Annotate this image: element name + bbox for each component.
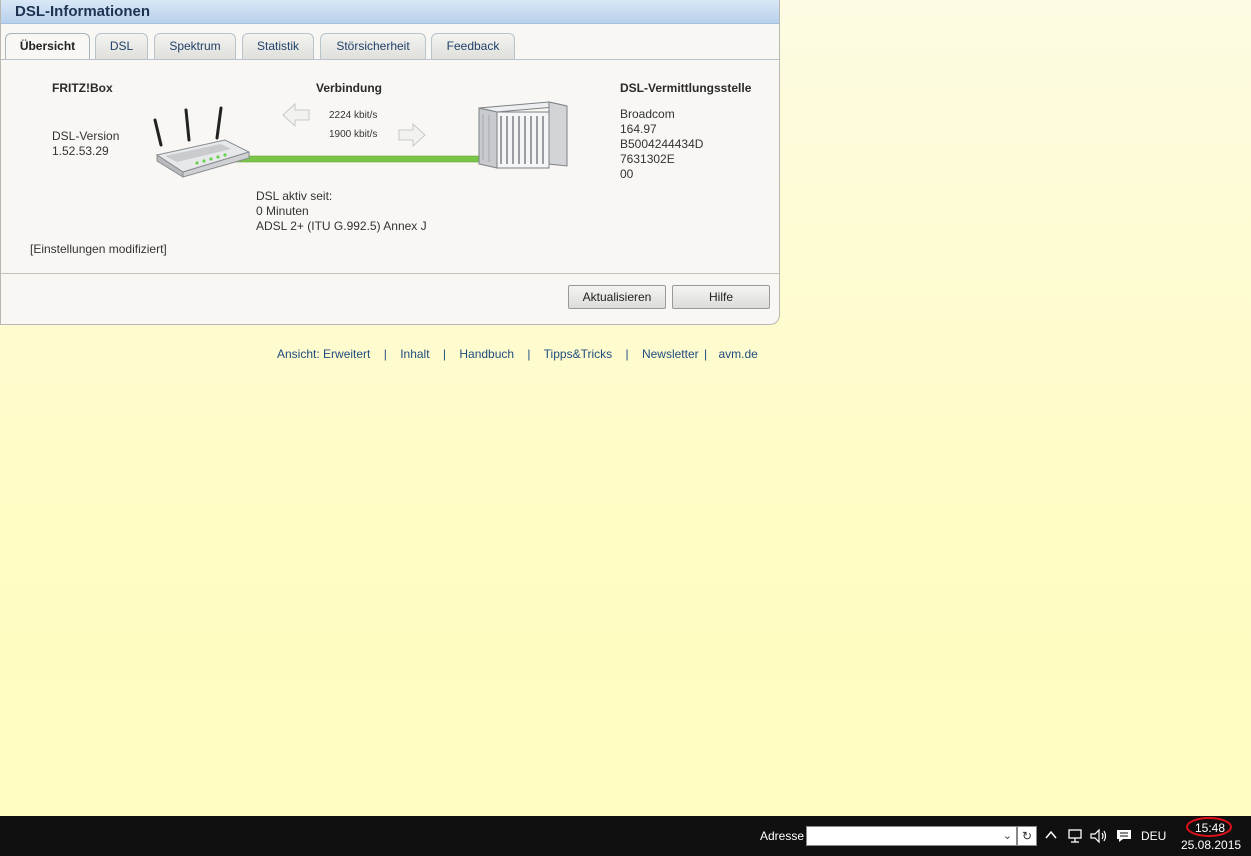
avm-link[interactable]: avm.de [718,347,757,361]
taskbar: Adresse ⌄ ↻ DEU 15:48 25.08.2015 [0,816,1251,856]
settings-modified-note: [Einstellungen modifiziert] [30,242,167,256]
exchange-version: 164.97 [620,122,657,136]
view-label: Ansicht: [277,347,320,361]
contents-link[interactable]: Inhalt [400,347,429,361]
help-button[interactable]: Hilfe [672,285,770,309]
exchange-suffix: 00 [620,167,634,181]
dsl-active-since-label: DSL aktiv seit: [256,189,333,203]
dsl-active-duration: 0 Minuten [256,204,309,218]
router-icon [153,106,251,178]
address-input[interactable]: ⌄ [806,826,1017,846]
separator: | [625,347,629,361]
exchange-heading: DSL-Vermittlungsstelle [620,81,752,95]
fritzbox-heading: FRITZ!Box [52,81,113,95]
footer-links: Ansicht: Erweitert | Inhalt | Handbuch |… [277,347,758,361]
tab-spektrum[interactable]: Spektrum [154,33,236,59]
arrow-left-icon [282,102,310,128]
volume-icon[interactable] [1089,828,1109,844]
clock[interactable]: 15:48 [1183,817,1233,837]
time-highlight-circle [1186,817,1232,837]
clock-date[interactable]: 25.08.2015 [1181,838,1241,852]
chevron-up-icon[interactable] [1044,829,1058,841]
exchange-code: 7631302E [620,152,675,166]
dsl-connection-diagram [153,101,568,178]
tab-feedback[interactable]: Feedback [431,33,515,59]
tab-divider [1,59,779,60]
dsl-version-value: 1.52.53.29 [52,144,109,158]
dsl-line [220,155,497,163]
footer-divider [1,273,779,274]
tab-stoersicherheit[interactable]: Störsicherheit [320,33,426,59]
page-title: DSL-Informationen [1,0,779,24]
view-mode-link[interactable]: Erweitert [323,347,370,361]
dsl-mode: ADSL 2+ (ITU G.992.5) Annex J [256,219,427,233]
address-label: Adresse [760,829,805,843]
tab-uebersicht[interactable]: Übersicht [5,33,90,60]
dsl-version-label: DSL-Version [52,129,120,143]
exchange-id: B5004244434D [620,137,704,151]
dsl-exchange-icon [478,101,568,169]
network-icon[interactable] [1067,828,1085,844]
newsletter-link[interactable]: Newsletter [642,347,699,361]
dropdown-icon[interactable]: ⌄ [1003,827,1012,846]
tips-tricks-link[interactable]: Tipps&Tricks [544,347,612,361]
dsl-info-panel: DSL-Informationen Übersicht DSL Spektrum… [0,0,780,325]
manual-link[interactable]: Handbuch [459,347,514,361]
tab-statistik[interactable]: Statistik [242,33,314,59]
tab-dsl[interactable]: DSL [95,33,148,59]
language-indicator[interactable]: DEU [1141,829,1166,843]
separator: | [703,347,708,361]
connection-heading: Verbindung [316,81,382,95]
separator: | [383,347,387,361]
refresh-button[interactable]: Aktualisieren [568,285,666,309]
notification-icon[interactable] [1115,828,1133,844]
separator: | [442,347,447,361]
exchange-vendor: Broadcom [620,107,675,121]
separator: | [527,347,531,361]
arrow-right-icon [398,122,426,148]
refresh-icon[interactable]: ↻ [1017,826,1037,846]
